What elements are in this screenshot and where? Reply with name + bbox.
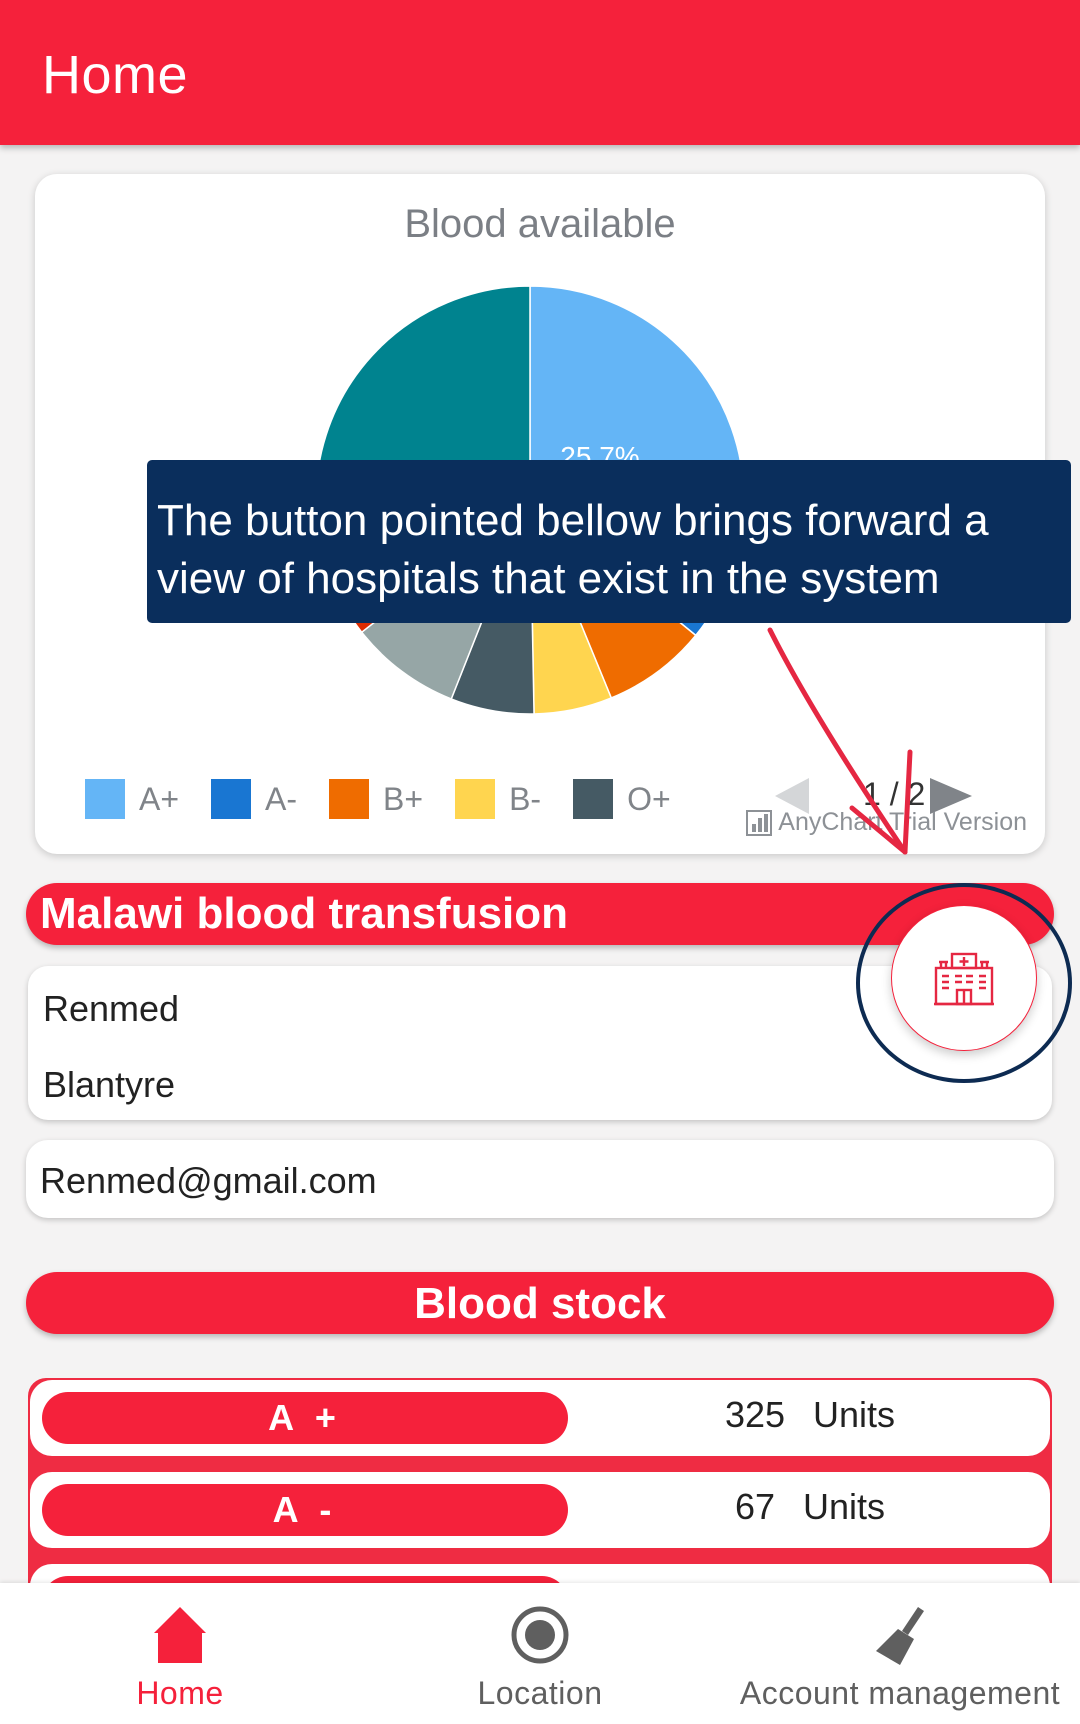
nav-label: Home bbox=[136, 1675, 224, 1711]
nav-label: Location bbox=[477, 1675, 603, 1711]
stock-amount: 67 bbox=[734, 1486, 775, 1527]
stock-unit-label: Units bbox=[813, 1394, 896, 1435]
hospital-header: Malawi blood transfusion bbox=[26, 883, 1054, 945]
nav-item-account-management[interactable]: Account management bbox=[725, 1583, 1075, 1724]
page-title: Home bbox=[42, 45, 189, 105]
hospital-email: Renmed@gmail.com bbox=[40, 1160, 377, 1201]
chart-watermark: AnyChart Trial Version bbox=[746, 808, 1027, 837]
stock-unit-label: Units bbox=[803, 1486, 886, 1527]
bar-chart-icon bbox=[746, 809, 773, 836]
hospitals-fab-button[interactable] bbox=[891, 905, 1037, 1051]
legend-label: A+ bbox=[139, 780, 180, 817]
tutorial-tooltip: The button pointed bellow brings forward… bbox=[147, 460, 1071, 623]
radio-target-icon bbox=[511, 1606, 569, 1664]
chart-legend: A+ A- B+ B- O+ bbox=[85, 778, 703, 820]
nav-label: Account management bbox=[739, 1675, 1061, 1711]
stock-units: 325 Units bbox=[610, 1394, 1010, 1436]
watermark-text: AnyChart Trial Version bbox=[778, 808, 1027, 836]
legend-label: A- bbox=[265, 780, 298, 817]
blood-stock-list: A + 325 Units A - 67 Units bbox=[28, 1378, 1052, 1588]
blood-stock-header: Blood stock bbox=[26, 1272, 1054, 1334]
legend-swatch bbox=[573, 779, 614, 819]
legend-swatch bbox=[455, 779, 496, 819]
legend-item-o-pos[interactable]: O+ bbox=[573, 779, 671, 819]
legend-item-b-pos[interactable]: B+ bbox=[329, 779, 423, 819]
legend-swatch bbox=[85, 779, 125, 819]
legend-item-a-pos[interactable]: A+ bbox=[85, 779, 179, 819]
legend-label: B- bbox=[509, 780, 542, 817]
hospital-icon bbox=[934, 952, 994, 1006]
legend-label: O+ bbox=[627, 780, 671, 817]
hospital-email-card: Renmed@gmail.com bbox=[26, 1140, 1054, 1218]
legend-item-a-neg[interactable]: A- bbox=[211, 779, 297, 819]
blood-type-pill: A + bbox=[42, 1392, 568, 1444]
stock-row[interactable]: A - 67 Units bbox=[30, 1472, 1050, 1548]
legend-swatch bbox=[329, 779, 370, 819]
legend-label: B+ bbox=[383, 780, 424, 817]
broom-icon bbox=[876, 1607, 924, 1665]
stock-row[interactable]: A + 325 Units bbox=[30, 1380, 1050, 1456]
stock-amount: 325 bbox=[724, 1394, 786, 1435]
nav-item-location[interactable]: Location bbox=[440, 1583, 640, 1724]
blood-type-pill: A - bbox=[42, 1484, 568, 1536]
bottom-nav: Home Location Account management bbox=[0, 1583, 1080, 1724]
stock-units: 67 Units bbox=[610, 1486, 1010, 1528]
hospital-city: Blantyre bbox=[43, 1064, 176, 1105]
app-bar: Home bbox=[0, 0, 1080, 145]
legend-swatch bbox=[211, 779, 252, 819]
nav-item-home[interactable]: Home bbox=[80, 1583, 280, 1724]
hospital-name: Renmed bbox=[43, 988, 180, 1029]
home-icon bbox=[154, 1607, 206, 1663]
legend-item-b-neg[interactable]: B- bbox=[455, 779, 541, 819]
